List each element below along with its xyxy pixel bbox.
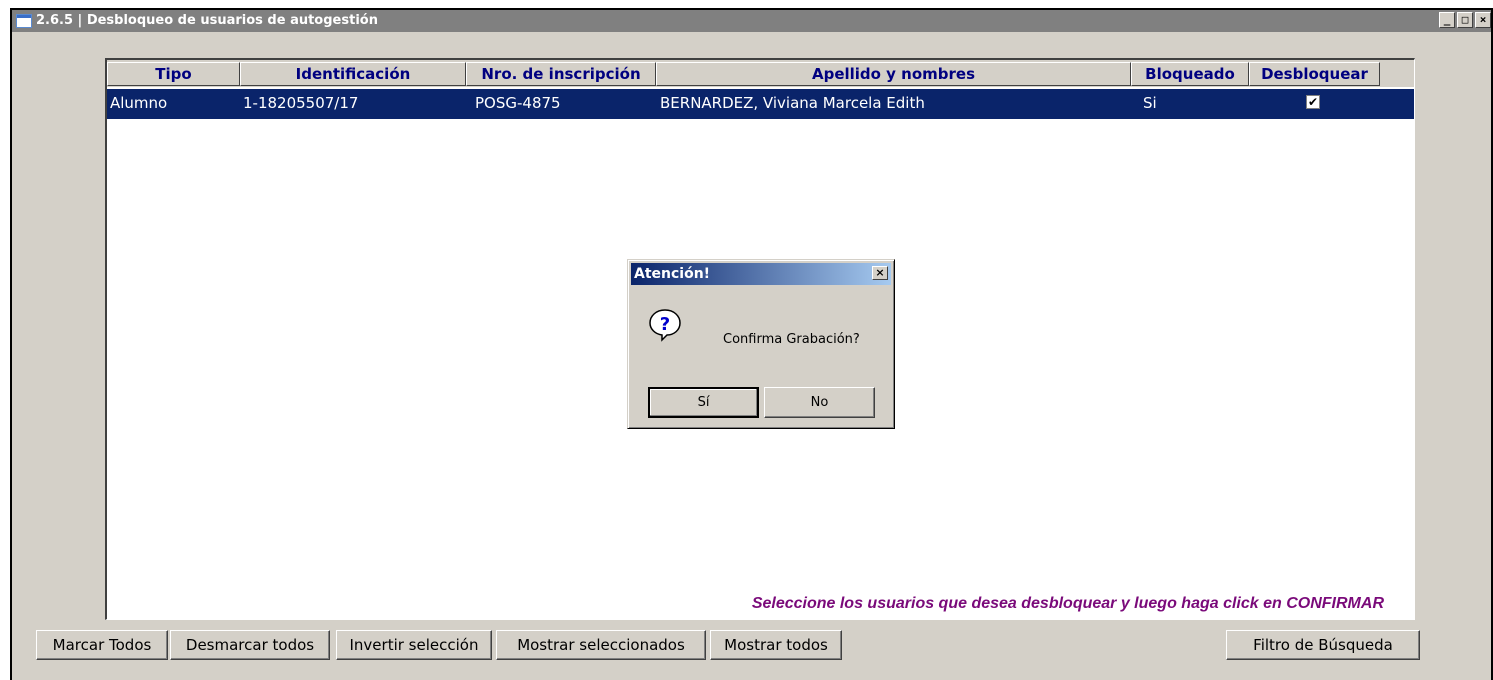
window-title: 2.6.5 | Desbloqueo de usuarios de autoge… xyxy=(36,13,378,28)
column-header-tipo[interactable]: Tipo xyxy=(107,62,240,86)
marcar-todos-button[interactable]: Marcar Todos xyxy=(36,630,168,660)
cell-nro-inscripcion: POSG-4875 xyxy=(475,94,561,112)
question-icon: ? xyxy=(648,308,682,342)
maximize-icon[interactable]: □ xyxy=(1457,12,1473,28)
svg-text:?: ? xyxy=(660,314,670,335)
column-header-desbloquear[interactable]: Desbloquear xyxy=(1249,62,1380,86)
top-strip xyxy=(0,0,1493,8)
close-icon[interactable]: × xyxy=(1475,12,1491,28)
mostrar-todos-button[interactable]: Mostrar todos xyxy=(710,630,842,660)
filtro-busqueda-button[interactable]: Filtro de Búsqueda xyxy=(1226,630,1420,660)
cell-bloqueado: Si xyxy=(1143,94,1157,112)
minimize-icon[interactable]: _ xyxy=(1439,12,1455,28)
dialog-titlebar: Atención! × xyxy=(631,263,891,285)
confirm-dialog: Atención! × ? Confirma Grabación? Sí No xyxy=(627,259,895,429)
window-controls: _ □ × xyxy=(1439,12,1491,28)
yes-button[interactable]: Sí xyxy=(648,387,759,418)
no-button[interactable]: No xyxy=(764,387,875,418)
invertir-seleccion-button[interactable]: Invertir selección xyxy=(336,630,492,660)
dialog-title: Atención! xyxy=(634,266,711,282)
grid-header: Tipo Identificación Nro. de inscripción … xyxy=(107,60,1414,87)
dialog-message: Confirma Grabación? xyxy=(723,332,860,347)
cell-apellido-nombres: BERNARDEZ, Viviana Marcela Edith xyxy=(660,94,925,112)
window-app-icon xyxy=(16,14,32,28)
desmarcar-todos-button[interactable]: Desmarcar todos xyxy=(170,630,330,660)
mostrar-seleccionados-button[interactable]: Mostrar seleccionados xyxy=(496,630,706,660)
cell-identificacion: 1-18205507/17 xyxy=(243,94,359,112)
table-row[interactable]: Alumno 1-18205507/17 POSG-4875 BERNARDEZ… xyxy=(107,89,1414,119)
desbloquear-checkbox[interactable]: ✔ xyxy=(1306,95,1320,109)
column-header-identificacion[interactable]: Identificación xyxy=(240,62,466,86)
column-header-bloqueado[interactable]: Bloqueado xyxy=(1131,62,1249,86)
window-titlebar: 2.6.5 | Desbloqueo de usuarios de autoge… xyxy=(12,10,1493,32)
instruction-hint: Seleccione los usuarios que desea desblo… xyxy=(751,595,1384,612)
column-header-apellido-nombres[interactable]: Apellido y nombres xyxy=(656,62,1131,86)
dialog-close-icon[interactable]: × xyxy=(872,266,888,280)
cell-tipo: Alumno xyxy=(110,94,168,112)
column-header-nro-inscripcion[interactable]: Nro. de inscripción xyxy=(466,62,656,86)
